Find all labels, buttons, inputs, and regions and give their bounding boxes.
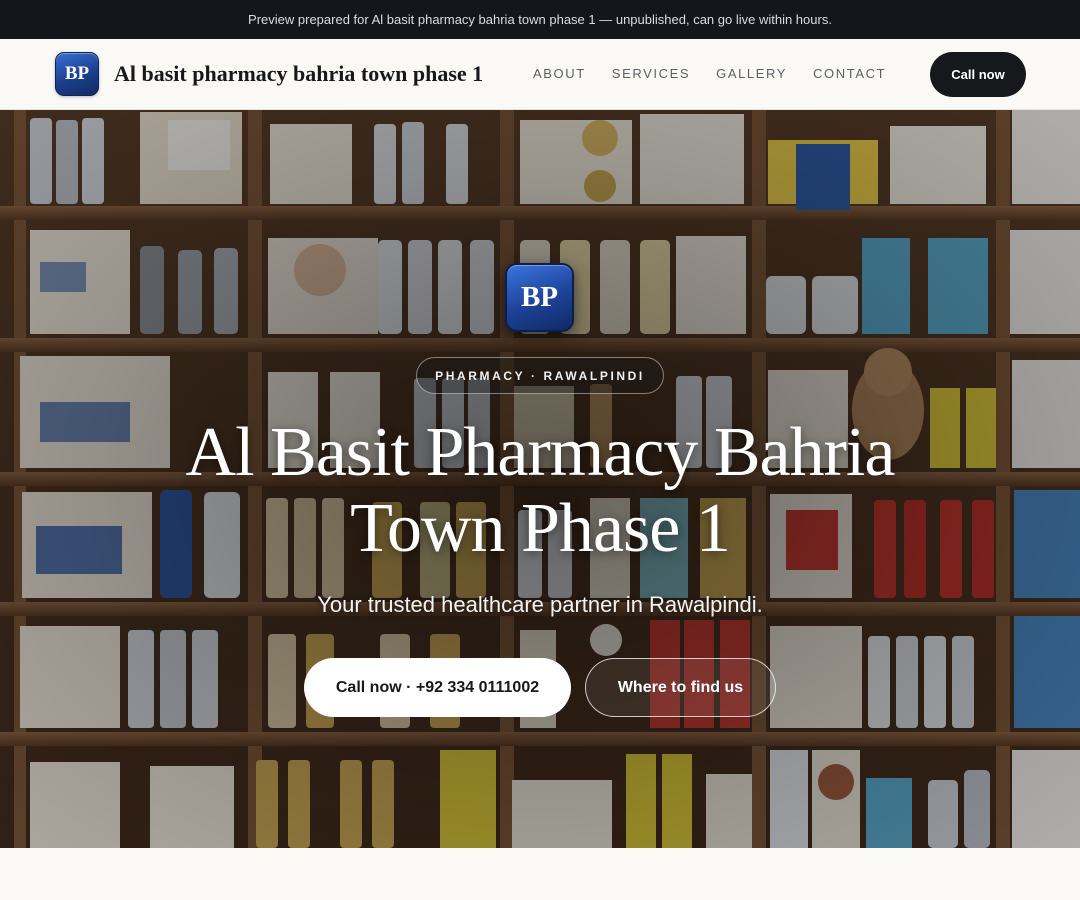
hero-title-line-1: Al Basit Pharmacy Bahria: [185, 414, 896, 491]
announcement-bar: Preview prepared for Al basit pharmacy b…: [0, 0, 1080, 39]
hero-title-line-2: Town Phase 1: [350, 490, 731, 567]
main-nav: ABOUT SERVICES GALLERY CONTACT: [533, 66, 886, 81]
hero-section: BP PHARMACY · RAWALPINDI Al Basit Pharma…: [0, 110, 1080, 848]
hero-title: Al Basit Pharmacy Bahria Town Phase 1: [140, 415, 940, 567]
logo-badge[interactable]: BP: [55, 52, 99, 96]
site-header: BP Al basit pharmacy bahria town phase 1…: [0, 39, 1080, 110]
nav-link-contact[interactable]: CONTACT: [813, 66, 886, 81]
next-section: [0, 848, 1080, 900]
hero-eyebrow-pill: PHARMACY · RAWALPINDI: [416, 357, 664, 394]
hero-subtitle: Your trusted healthcare partner in Rawal…: [317, 592, 763, 617]
announcement-text: Preview prepared for Al basit pharmacy b…: [248, 12, 832, 27]
brand-name[interactable]: Al basit pharmacy bahria town phase 1: [114, 61, 483, 87]
call-phone-button[interactable]: Call now · +92 334 0111002: [304, 658, 571, 717]
hero-logo-badge: BP: [505, 263, 574, 332]
find-us-button[interactable]: Where to find us: [585, 658, 776, 717]
nav-link-services[interactable]: SERVICES: [612, 66, 690, 81]
nav-link-gallery[interactable]: GALLERY: [716, 66, 787, 81]
nav-link-about[interactable]: ABOUT: [533, 66, 586, 81]
call-now-button[interactable]: Call now: [930, 52, 1026, 97]
